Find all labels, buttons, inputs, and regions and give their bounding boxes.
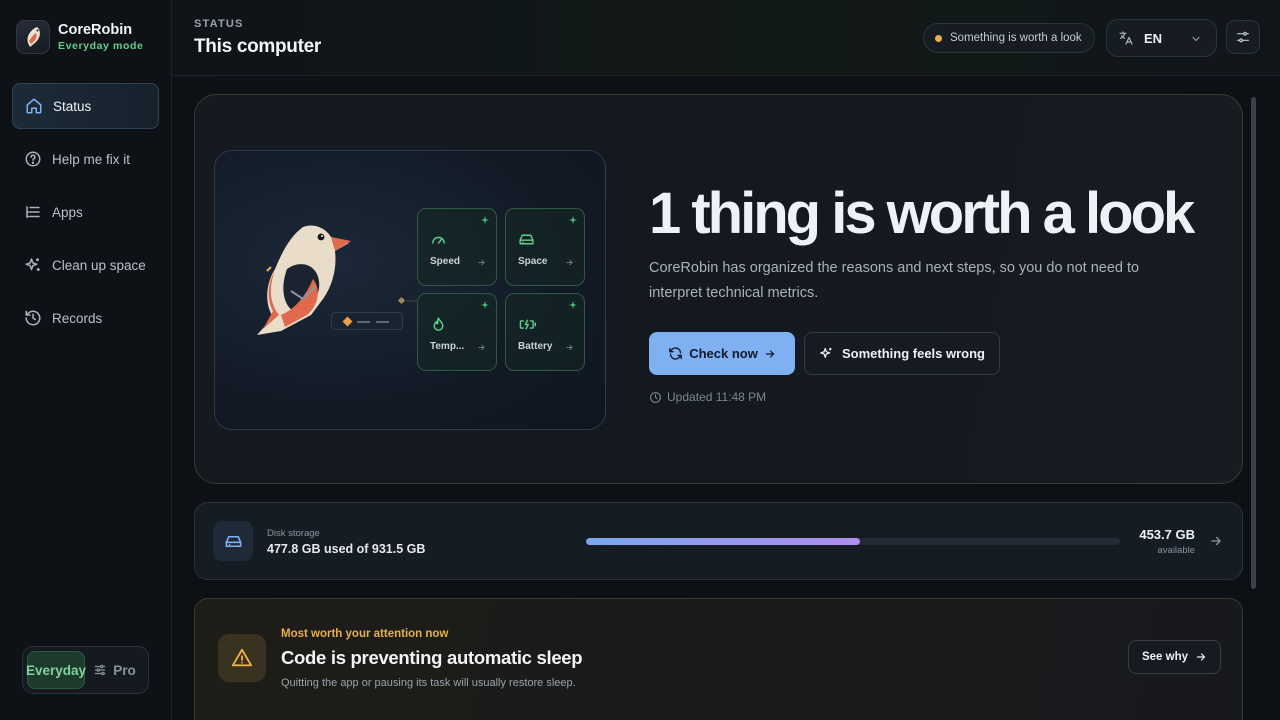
attention-title: Code is preventing automatic sleep: [281, 647, 583, 668]
pro-mode-label: Pro: [113, 662, 136, 678]
arrow-right-icon: [478, 259, 485, 266]
everyday-mode-button[interactable]: Everyday: [26, 651, 86, 689]
sidebar: CoreRobin Everyday mode Status Help me f…: [0, 0, 172, 720]
disk-used-text: 477.8 GB used of 931.5 GB: [267, 542, 426, 556]
arrow-right-icon: [478, 344, 485, 351]
sidebar-item-apps[interactable]: Apps: [12, 189, 159, 235]
mode-switch: Everyday Pro: [22, 646, 149, 694]
tile-label: Battery: [518, 341, 553, 352]
brand: CoreRobin Everyday mode: [16, 20, 143, 54]
mode-label: Everyday mode: [58, 39, 144, 52]
sidebar-item-status[interactable]: Status: [12, 83, 159, 129]
sidebar-item-help-me-fix-it[interactable]: Help me fix it: [12, 136, 159, 182]
attention-subtitle: Quitting the app or pausing its task wil…: [281, 677, 576, 689]
arrow-right-icon: [1196, 653, 1206, 661]
see-why-button[interactable]: See why: [1128, 640, 1221, 674]
sidebar-item-records[interactable]: Records: [12, 295, 159, 341]
warning-dot-icon: [935, 34, 942, 42]
connector-chip: [331, 312, 403, 330]
refresh-icon: [669, 347, 682, 360]
drive-icon: [519, 234, 534, 245]
sidebar-nav: Status Help me fix it Apps Clean up spac…: [12, 83, 159, 348]
drive-icon: [213, 521, 253, 561]
sparkles-icon: [24, 256, 42, 274]
something-feels-wrong-button[interactable]: Something feels wrong: [804, 332, 1000, 375]
main-scrollbar[interactable]: [1251, 97, 1256, 589]
tile-label: Speed: [430, 256, 461, 267]
top-header: STATUS This computer Something is worth …: [172, 0, 1280, 76]
history-icon: [24, 309, 42, 327]
page-title: This computer: [194, 36, 322, 57]
chevron-down-icon: [1192, 36, 1200, 42]
battery-tile[interactable]: Battery: [505, 293, 585, 371]
sparkle-icon: [481, 216, 489, 224]
sidebar-item-label: Clean up space: [52, 257, 146, 273]
warning-triangle-icon: [218, 634, 266, 682]
alert-status-pill[interactable]: Something is worth a look: [923, 23, 1095, 53]
clock-icon: [650, 391, 661, 403]
disk-usage-fill: [586, 538, 860, 545]
app-name: CoreRobin: [58, 21, 133, 38]
robin-logo-icon: [16, 20, 50, 54]
attention-kicker: Most worth your attention now: [281, 628, 449, 640]
main-content: Speed Space Temp... Battery 1 thing is w…: [172, 77, 1280, 720]
sidebar-item-label: Apps: [52, 204, 83, 220]
tile-label: Space: [518, 256, 548, 267]
disk-free-label: available: [1157, 545, 1196, 556]
sliders-icon: [1237, 31, 1249, 43]
sparkles-icon: [820, 347, 832, 358]
sidebar-item-label: Status: [53, 98, 92, 114]
hero-title: 1 thing is worth a look: [649, 181, 1195, 246]
arrow-right-icon: [765, 349, 775, 358]
help-circle-icon: [24, 150, 42, 168]
hero-description: CoreRobin has organized the reasons and …: [649, 260, 1140, 301]
gauge-icon: [432, 236, 445, 244]
updated-label: Updated 11:48 PM: [667, 390, 767, 404]
language-code: EN: [1144, 30, 1163, 46]
breadcrumb: STATUS: [194, 18, 244, 30]
sidebar-item-label: Help me fix it: [52, 151, 131, 167]
list-icon: [24, 203, 42, 221]
flame-icon: [433, 317, 444, 331]
disk-label: Disk storage: [267, 528, 320, 539]
check-now-label: Check now: [689, 346, 758, 361]
disk-free-value: 453.7 GB: [1139, 527, 1195, 542]
speed-tile[interactable]: Speed: [417, 208, 497, 286]
status-illustration: Speed Space Temp... Battery: [214, 150, 606, 430]
home-icon: [25, 97, 43, 115]
sliders-icon: [94, 664, 106, 676]
arrow-right-icon: [566, 259, 573, 266]
space-tile[interactable]: Space: [505, 208, 585, 286]
status-hero-card: Speed Space Temp... Battery 1 thing is w…: [194, 94, 1243, 484]
see-why-label: See why: [1141, 651, 1189, 663]
translate-icon: [1119, 31, 1133, 45]
arrow-right-icon[interactable]: [1209, 534, 1223, 548]
language-select[interactable]: EN: [1106, 19, 1217, 57]
disk-storage-card[interactable]: Disk storage 477.8 GB used of 931.5 GB 4…: [194, 502, 1243, 580]
arrow-right-icon: [566, 344, 573, 351]
something-feels-wrong-label: Something feels wrong: [841, 346, 985, 361]
tile-label: Temp...: [430, 341, 465, 352]
updated-timestamp: Updated 11:48 PM: [649, 390, 766, 404]
alert-pill-label: Something is worth a look: [950, 32, 1082, 44]
pro-mode-button[interactable]: Pro: [85, 651, 144, 689]
attention-card: Most worth your attention now Code is pr…: [194, 598, 1243, 720]
sparkle-icon: [569, 216, 577, 224]
disk-usage-bar: [586, 538, 1120, 545]
sparkle-icon: [481, 301, 489, 309]
temperature-tile[interactable]: Temp...: [417, 293, 497, 371]
battery-charging-icon: [519, 319, 536, 330]
sidebar-item-label: Records: [52, 310, 103, 326]
settings-button[interactable]: [1226, 20, 1260, 54]
sparkle-icon: [569, 301, 577, 309]
sidebar-item-clean-up-space[interactable]: Clean up space: [12, 242, 159, 288]
check-now-button[interactable]: Check now: [649, 332, 795, 375]
